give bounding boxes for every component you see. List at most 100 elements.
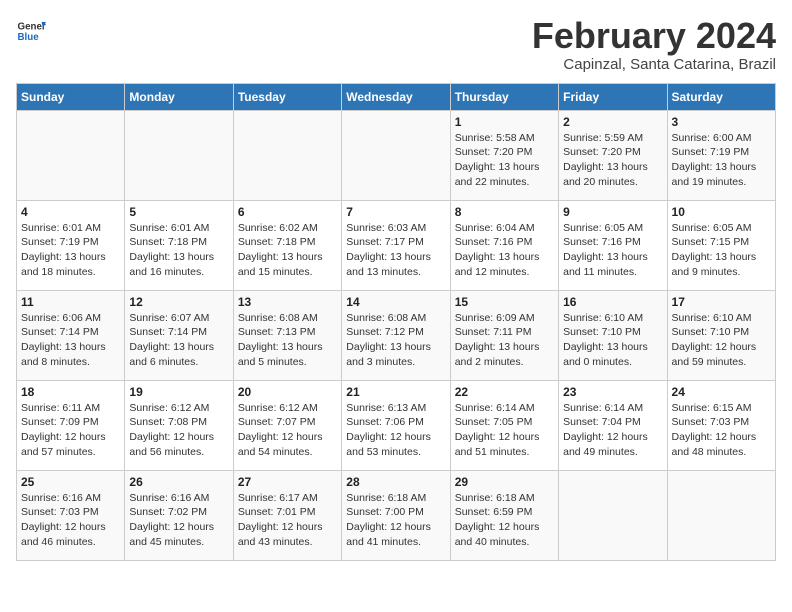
calendar-cell: 1Sunrise: 5:58 AMSunset: 7:20 PMDaylight… xyxy=(450,110,558,200)
page-header: General Blue February 2024 Capinzal, San… xyxy=(16,16,776,73)
day-info: Sunrise: 6:18 AMSunset: 7:00 PMDaylight:… xyxy=(346,491,445,550)
day-info: Sunrise: 6:01 AMSunset: 7:19 PMDaylight:… xyxy=(21,221,120,280)
calendar-cell: 19Sunrise: 6:12 AMSunset: 7:08 PMDayligh… xyxy=(125,380,233,470)
svg-text:Blue: Blue xyxy=(18,32,40,43)
day-number: 14 xyxy=(346,295,445,309)
day-info: Sunrise: 6:08 AMSunset: 7:13 PMDaylight:… xyxy=(238,311,337,370)
day-of-week-header: SundayMondayTuesdayWednesdayThursdayFrid… xyxy=(17,83,776,110)
day-info: Sunrise: 6:12 AMSunset: 7:08 PMDaylight:… xyxy=(129,401,228,460)
day-info: Sunrise: 6:06 AMSunset: 7:14 PMDaylight:… xyxy=(21,311,120,370)
day-number: 6 xyxy=(238,205,337,219)
calendar-cell xyxy=(125,110,233,200)
calendar-week-3: 11 Sunrise: 6:06 AMSunset: 7:14 PMDayligh… xyxy=(17,290,776,380)
calendar-cell: 6 Sunrise: 6:02 AMSunset: 7:18 PMDaylight… xyxy=(233,200,341,290)
day-number: 21 xyxy=(346,385,445,399)
calendar-cell: 7 Sunrise: 6:03 AMSunset: 7:17 PMDaylight… xyxy=(342,200,450,290)
day-number: 24 xyxy=(672,385,771,399)
calendar-cell: 8 Sunrise: 6:04 AMSunset: 7:16 PMDaylight… xyxy=(450,200,558,290)
day-number: 2 xyxy=(563,115,662,129)
logo: General Blue xyxy=(16,16,46,46)
calendar-cell: 15 Sunrise: 6:09 AMSunset: 7:11 PMDayligh… xyxy=(450,290,558,380)
day-number: 29 xyxy=(455,475,554,489)
calendar-cell: 21 Sunrise: 6:13 AMSunset: 7:06 PMDayligh… xyxy=(342,380,450,470)
day-info: Sunrise: 6:12 AMSunset: 7:07 PMDaylight:… xyxy=(238,401,337,460)
calendar-cell: 18Sunrise: 6:11 AMSunset: 7:09 PMDayligh… xyxy=(17,380,125,470)
calendar-cell: 23 Sunrise: 6:14 AMSunset: 7:04 PMDayligh… xyxy=(559,380,667,470)
title-block: February 2024 Capinzal, Santa Catarina, … xyxy=(532,16,776,73)
day-number: 11 xyxy=(21,295,120,309)
calendar-cell xyxy=(342,110,450,200)
day-info: Sunrise: 6:02 AMSunset: 7:18 PMDaylight:… xyxy=(238,221,337,280)
calendar-week-4: 18Sunrise: 6:11 AMSunset: 7:09 PMDayligh… xyxy=(17,380,776,470)
day-info: Sunrise: 6:17 AMSunset: 7:01 PMDaylight:… xyxy=(238,491,337,550)
calendar-cell: 11 Sunrise: 6:06 AMSunset: 7:14 PMDayligh… xyxy=(17,290,125,380)
day-number: 23 xyxy=(563,385,662,399)
day-info: Sunrise: 5:59 AMSunset: 7:20 PMDaylight:… xyxy=(563,131,662,190)
day-info: Sunrise: 6:13 AMSunset: 7:06 PMDaylight:… xyxy=(346,401,445,460)
day-info: Sunrise: 6:14 AMSunset: 7:05 PMDaylight:… xyxy=(455,401,554,460)
day-info: Sunrise: 6:10 AMSunset: 7:10 PMDaylight:… xyxy=(563,311,662,370)
calendar-cell: 3 Sunrise: 6:00 AMSunset: 7:19 PMDaylight… xyxy=(667,110,775,200)
day-number: 25 xyxy=(21,475,120,489)
day-info: Sunrise: 6:16 AMSunset: 7:02 PMDaylight:… xyxy=(129,491,228,550)
day-number: 20 xyxy=(238,385,337,399)
calendar-cell: 13 Sunrise: 6:08 AMSunset: 7:13 PMDayligh… xyxy=(233,290,341,380)
day-number: 10 xyxy=(672,205,771,219)
calendar-cell: 10 Sunrise: 6:05 AMSunset: 7:15 PMDayligh… xyxy=(667,200,775,290)
calendar-cell: 12Sunrise: 6:07 AMSunset: 7:14 PMDayligh… xyxy=(125,290,233,380)
calendar-cell xyxy=(233,110,341,200)
calendar-cell: 22 Sunrise: 6:14 AMSunset: 7:05 PMDayligh… xyxy=(450,380,558,470)
day-number: 17 xyxy=(672,295,771,309)
calendar-body: 1Sunrise: 5:58 AMSunset: 7:20 PMDaylight… xyxy=(17,110,776,560)
day-info: Sunrise: 6:11 AMSunset: 7:09 PMDaylight:… xyxy=(21,401,120,460)
day-number: 1 xyxy=(455,115,554,129)
calendar-cell: 16 Sunrise: 6:10 AMSunset: 7:10 PMDayligh… xyxy=(559,290,667,380)
day-info: Sunrise: 6:07 AMSunset: 7:14 PMDaylight:… xyxy=(129,311,228,370)
day-info: Sunrise: 6:05 AMSunset: 7:16 PMDaylight:… xyxy=(563,221,662,280)
dow-header-thursday: Thursday xyxy=(450,83,558,110)
calendar-week-1: 1Sunrise: 5:58 AMSunset: 7:20 PMDaylight… xyxy=(17,110,776,200)
day-number: 5 xyxy=(129,205,228,219)
day-number: 15 xyxy=(455,295,554,309)
calendar-cell: 28 Sunrise: 6:18 AMSunset: 7:00 PMDayligh… xyxy=(342,470,450,560)
day-number: 3 xyxy=(672,115,771,129)
day-number: 28 xyxy=(346,475,445,489)
day-info: Sunrise: 6:04 AMSunset: 7:16 PMDaylight:… xyxy=(455,221,554,280)
dow-header-saturday: Saturday xyxy=(667,83,775,110)
day-info: Sunrise: 6:09 AMSunset: 7:11 PMDaylight:… xyxy=(455,311,554,370)
calendar-cell: 25 Sunrise: 6:16 AMSunset: 7:03 PMDayligh… xyxy=(17,470,125,560)
calendar-cell: 17 Sunrise: 6:10 AMSunset: 7:10 PMDayligh… xyxy=(667,290,775,380)
day-info: Sunrise: 6:16 AMSunset: 7:03 PMDaylight:… xyxy=(21,491,120,550)
day-info: Sunrise: 6:08 AMSunset: 7:12 PMDaylight:… xyxy=(346,311,445,370)
calendar-cell: 4Sunrise: 6:01 AMSunset: 7:19 PMDaylight… xyxy=(17,200,125,290)
calendar-cell xyxy=(559,470,667,560)
calendar-week-5: 25 Sunrise: 6:16 AMSunset: 7:03 PMDayligh… xyxy=(17,470,776,560)
day-info: Sunrise: 6:18 AMSunset: 6:59 PMDaylight:… xyxy=(455,491,554,550)
calendar-cell: 14 Sunrise: 6:08 AMSunset: 7:12 PMDayligh… xyxy=(342,290,450,380)
logo-icon: General Blue xyxy=(16,16,46,46)
calendar-table: SundayMondayTuesdayWednesdayThursdayFrid… xyxy=(16,83,776,561)
day-number: 7 xyxy=(346,205,445,219)
calendar-cell: 2 Sunrise: 5:59 AMSunset: 7:20 PMDaylight… xyxy=(559,110,667,200)
day-info: Sunrise: 6:03 AMSunset: 7:17 PMDaylight:… xyxy=(346,221,445,280)
calendar-cell: 20 Sunrise: 6:12 AMSunset: 7:07 PMDayligh… xyxy=(233,380,341,470)
dow-header-tuesday: Tuesday xyxy=(233,83,341,110)
day-info: Sunrise: 6:10 AMSunset: 7:10 PMDaylight:… xyxy=(672,311,771,370)
month-title: February 2024 xyxy=(532,16,776,56)
day-number: 27 xyxy=(238,475,337,489)
day-number: 13 xyxy=(238,295,337,309)
day-number: 9 xyxy=(563,205,662,219)
day-info: Sunrise: 6:01 AMSunset: 7:18 PMDaylight:… xyxy=(129,221,228,280)
calendar-week-2: 4Sunrise: 6:01 AMSunset: 7:19 PMDaylight… xyxy=(17,200,776,290)
day-info: Sunrise: 6:14 AMSunset: 7:04 PMDaylight:… xyxy=(563,401,662,460)
day-number: 22 xyxy=(455,385,554,399)
calendar-cell: 9 Sunrise: 6:05 AMSunset: 7:16 PMDaylight… xyxy=(559,200,667,290)
calendar-cell: 27 Sunrise: 6:17 AMSunset: 7:01 PMDayligh… xyxy=(233,470,341,560)
calendar-cell: 29 Sunrise: 6:18 AMSunset: 6:59 PMDayligh… xyxy=(450,470,558,560)
day-number: 8 xyxy=(455,205,554,219)
day-info: Sunrise: 6:00 AMSunset: 7:19 PMDaylight:… xyxy=(672,131,771,190)
day-number: 16 xyxy=(563,295,662,309)
dow-header-monday: Monday xyxy=(125,83,233,110)
dow-header-wednesday: Wednesday xyxy=(342,83,450,110)
day-info: Sunrise: 6:05 AMSunset: 7:15 PMDaylight:… xyxy=(672,221,771,280)
